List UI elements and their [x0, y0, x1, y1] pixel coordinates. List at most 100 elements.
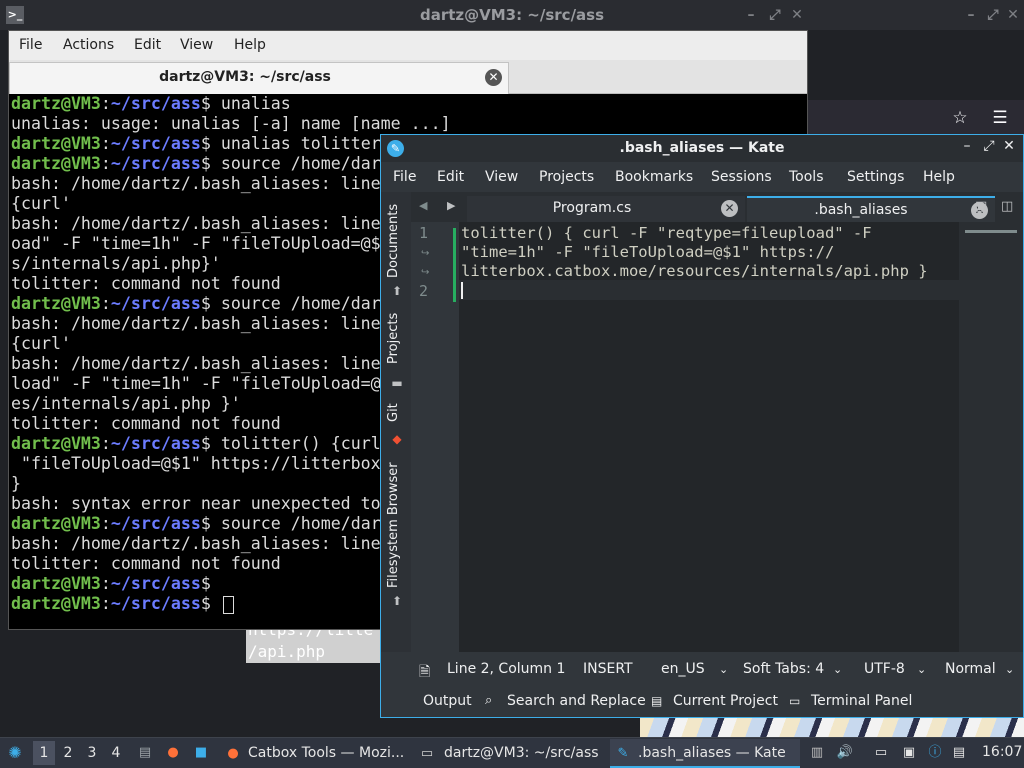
menu-file[interactable]: File — [393, 169, 416, 185]
line-number: 2 — [419, 282, 429, 300]
prompt-separator: : — [100, 134, 111, 153]
dictionary-language[interactable]: en_US — [661, 661, 705, 677]
close-icon[interactable]: ✕ — [1002, 0, 1024, 30]
menu-edit[interactable]: Edit — [134, 37, 161, 53]
pin-icon[interactable]: ⬆ — [390, 284, 404, 298]
line-text: {curl' — [11, 334, 71, 353]
prompt-symbol: $ — [200, 574, 211, 593]
network-icon[interactable]: ▣ — [900, 744, 918, 762]
close-tab-icon[interactable]: ✕ — [485, 69, 502, 86]
menu-projects[interactable]: Projects — [539, 169, 594, 185]
menu-tools[interactable]: Tools — [789, 169, 824, 185]
file-manager-icon[interactable]: ▤ — [136, 744, 154, 762]
bookmark-star-icon[interactable]: ☆ — [948, 106, 972, 130]
sidebar-filesystem-browser[interactable]: Filesystem Browser — [386, 462, 401, 588]
menu-actions[interactable]: Actions — [63, 37, 114, 53]
background-window-title: dartz@VM3: ~/src/ass — [419, 6, 605, 24]
task-firefox[interactable]: ● Catbox Tools — Mozi... — [220, 739, 410, 768]
tab-program-cs[interactable]: Program.cs ✕ — [467, 196, 745, 222]
sidebar-documents[interactable]: Documents — [386, 204, 401, 278]
menu-edit[interactable]: Edit — [437, 169, 464, 185]
minimap-scrollbar[interactable] — [959, 222, 1023, 652]
sidebar-git[interactable]: Git — [386, 403, 401, 422]
menu-bookmarks[interactable]: Bookmarks — [615, 169, 693, 185]
prompt-path: ~/src/ass — [110, 434, 201, 453]
split-view-icon[interactable]: ◫ — [1001, 199, 1013, 214]
toolview-terminal-panel[interactable]: Terminal Panel — [811, 693, 912, 709]
menu-help[interactable]: Help — [923, 169, 955, 185]
line-text: bash: /home/dartz/.bash_aliases: line — [11, 354, 381, 373]
maximize-icon[interactable]: ⤢ — [979, 138, 999, 154]
folder-icon: ▬ — [391, 376, 403, 390]
minimize-icon[interactable]: – — [960, 0, 982, 30]
minimize-icon[interactable]: – — [957, 138, 977, 154]
indentation-setting[interactable]: Soft Tabs: 4 — [743, 661, 824, 677]
line-text: unalias — [210, 94, 291, 113]
menu-sessions[interactable]: Sessions — [711, 169, 772, 185]
kate-tabbar: ◀ ▶ Program.cs ✕ .bash_aliases ✕ ▣ ◫ — [411, 192, 1023, 222]
prompt-symbol: $ — [200, 514, 211, 533]
toolview-output[interactable]: Output — [423, 693, 472, 709]
terminal-prompt-line: dartz@VM3:~/src/ass$ — [11, 574, 211, 594]
project-icon: ▤ — [651, 694, 663, 708]
kate-window[interactable]: ✎ .bash_aliases — Kate – ⤢ ✕ File Edit V… — [380, 134, 1024, 718]
menu-view[interactable]: View — [180, 37, 213, 53]
firefox-icon[interactable]: ● — [164, 744, 182, 762]
kate-titlebar[interactable]: ✎ .bash_aliases — Kate – ⤢ ✕ — [381, 135, 1023, 162]
minimize-icon[interactable]: – — [740, 0, 762, 30]
prompt-separator: : — [100, 514, 111, 533]
toolview-current-project[interactable]: Current Project — [673, 693, 778, 709]
workspace-4[interactable]: 4 — [105, 741, 127, 765]
maximize-icon[interactable]: ⤢ — [764, 0, 786, 30]
task-terminal[interactable]: ▭ dartz@VM3: ~/src/ass — [414, 739, 606, 768]
menu-help[interactable]: Help — [234, 37, 266, 53]
code-editor[interactable]: 1 ↪ ↪ 2 tolitter() { curl -F "reqtype=fi… — [411, 222, 1023, 652]
close-icon[interactable]: ✕ — [999, 138, 1019, 154]
start-menu-icon[interactable]: ✺ — [6, 744, 24, 762]
highlight-line: /api.php — [248, 642, 326, 661]
line-text: bash: syntax error near unexpected token — [11, 494, 411, 513]
chevron-down-icon: ⌄ — [917, 663, 927, 676]
tab-bash-aliases[interactable]: .bash_aliases ✕ — [747, 196, 995, 222]
menu-view[interactable]: View — [485, 169, 518, 185]
notification-icon[interactable]: ⓘ — [926, 744, 944, 762]
prompt-separator: : — [100, 94, 111, 113]
cursor-position[interactable]: Line 2, Column 1 — [447, 661, 565, 677]
sidebar-projects[interactable]: Projects — [386, 313, 401, 364]
terminal-output-line: bash: /home/dartz/.bash_aliases: line — [11, 214, 381, 234]
volume-icon[interactable]: 🔊 — [836, 744, 854, 762]
terminal-output-line: tolitter: command not found — [11, 554, 281, 574]
menu-file[interactable]: File — [19, 37, 42, 53]
line-text: tolitter: command not found — [11, 414, 281, 433]
task-label: Catbox Tools — Mozi... — [248, 745, 405, 761]
close-icon[interactable]: ✕ — [786, 0, 808, 30]
terminal-prompt-line: dartz@VM3:~/src/ass$ unalias tolitter — [11, 134, 381, 154]
pin-icon[interactable]: ⬆ — [390, 594, 404, 608]
tab-scroll-left-icon[interactable]: ◀ — [419, 199, 427, 212]
wrap-marker-icon: ↪ — [421, 267, 430, 278]
input-mode[interactable]: Normal — [945, 661, 996, 677]
toolview-search-replace[interactable]: Search and Replace — [507, 693, 646, 709]
menu-settings[interactable]: Settings — [847, 169, 904, 185]
close-tab-icon[interactable]: ✕ — [721, 200, 738, 217]
edit-mode[interactable]: INSERT — [583, 661, 633, 677]
line-number: 1 — [419, 224, 429, 242]
workspace-2[interactable]: 2 — [57, 741, 79, 765]
terminal-tab[interactable]: dartz@VM3: ~/src/ass ✕ — [9, 62, 509, 94]
notes-icon[interactable]: ▭ — [872, 744, 890, 762]
background-window-titlebar[interactable]: >_ dartz@VM3: ~/src/ass – ⤢ ✕ – ⤢ ✕ — [0, 0, 1024, 30]
clock[interactable]: 16:07 — [982, 744, 1022, 760]
hamburger-menu-icon[interactable]: ☰ — [988, 106, 1012, 130]
workspace-3[interactable]: 3 — [81, 741, 103, 765]
quick-open-icon[interactable]: ▣ — [975, 199, 987, 214]
prompt-symbol: $ — [200, 134, 211, 153]
encoding-setting[interactable]: UTF-8 — [864, 661, 905, 677]
clipboard-icon[interactable]: ▥ — [808, 744, 826, 762]
tab-scroll-right-icon[interactable]: ▶ — [447, 199, 455, 212]
maximize-icon[interactable]: ⤢ — [982, 0, 1004, 30]
task-kate[interactable]: ✎ .bash_aliases — Kate — [610, 739, 800, 768]
workspace-1[interactable]: 1 — [33, 741, 55, 765]
terminal-prompt-line: dartz@VM3:~/src/ass$ tolitter() {curl — [11, 434, 381, 454]
keyboard-icon[interactable]: ▤ — [950, 744, 968, 762]
show-desktop-icon[interactable]: ■ — [192, 744, 210, 762]
